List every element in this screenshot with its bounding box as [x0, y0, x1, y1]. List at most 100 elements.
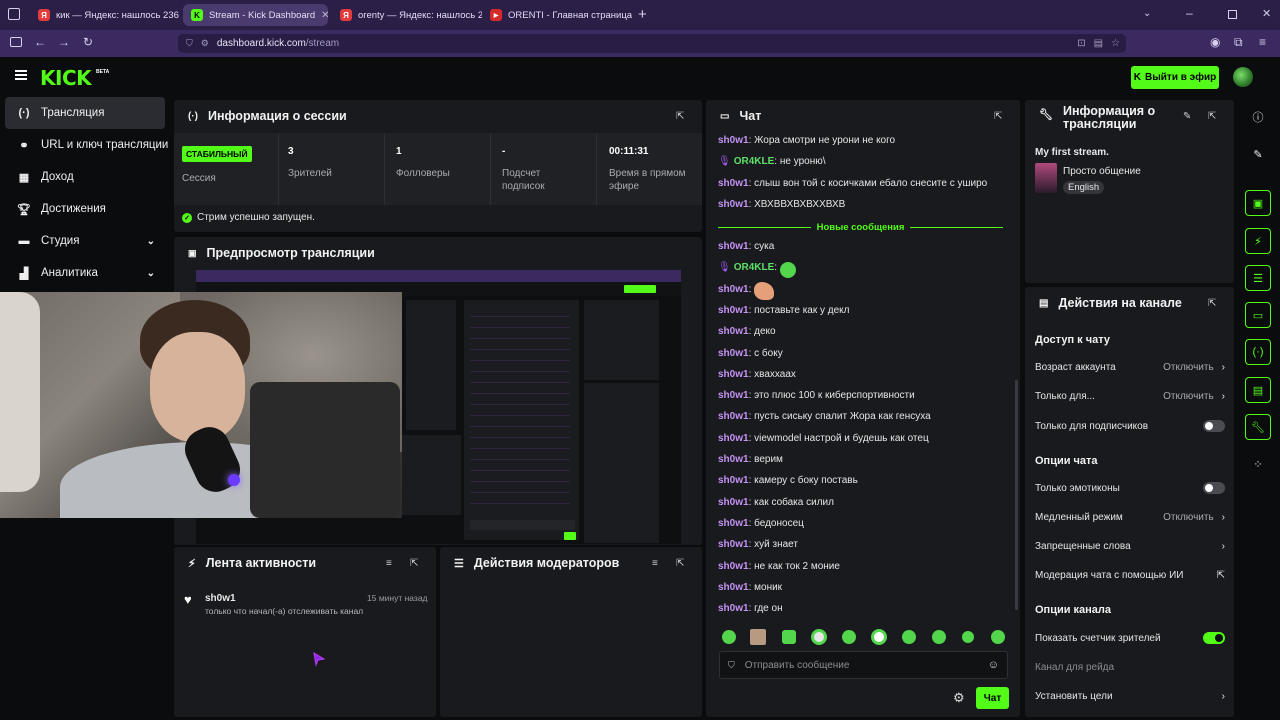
emotes-only-toggle[interactable] — [1203, 482, 1225, 494]
kick-logo[interactable]: KICK — [40, 66, 92, 90]
sidebar-item-studio[interactable]: ▬ Студия ⌄ — [5, 225, 165, 257]
activity-widget-icon[interactable]: ⚡︎ — [1245, 228, 1271, 254]
popout-icon[interactable]: ⇱ — [1208, 298, 1216, 309]
chat-settings-icon[interactable]: ⚙ — [953, 690, 965, 706]
chat-widget-icon[interactable]: ▭ — [1245, 302, 1271, 328]
chat-username[interactable]: sh0w1 — [718, 284, 749, 295]
sidebar-item-stream[interactable]: (·) Трансляция — [5, 97, 165, 129]
chat-send-button[interactable]: Чат — [976, 687, 1009, 709]
emote-icon[interactable] — [932, 630, 946, 644]
profile-icon[interactable]: ◉ — [1210, 35, 1220, 49]
popout-icon[interactable]: ⇱ — [994, 111, 1002, 122]
browser-tab-yandex-orenty[interactable]: Я orenty — Яндекс: нашлось 2 ты — [332, 4, 482, 26]
popout-icon[interactable]: ⇱ — [676, 558, 684, 569]
chat-username[interactable]: sh0w1 — [718, 433, 749, 444]
chat-username[interactable]: sh0w1 — [718, 582, 749, 593]
emote-icon[interactable] — [722, 630, 736, 644]
new-tab-icon[interactable]: + — [638, 6, 647, 23]
browser-tab-yandex-kick[interactable]: Я кик — Яндекс: нашлось 236 ты — [30, 4, 180, 26]
sidebar-item-analytics[interactable]: ▟ Аналитика ⌄ — [5, 257, 165, 289]
popout-icon[interactable]: ⇱ — [410, 558, 418, 569]
info-icon[interactable]: ⓘ — [1245, 104, 1271, 130]
chat-username[interactable]: sh0w1 — [718, 305, 749, 316]
chat-username[interactable]: sh0w1 — [718, 348, 749, 359]
chat-username[interactable]: sh0w1 — [718, 561, 749, 572]
slow-mode-setting[interactable]: Медленный режим Отключить › — [1035, 512, 1225, 523]
chat-username[interactable]: sh0w1 — [718, 241, 749, 252]
account-age-setting[interactable]: Возраст аккаунта Отключить › — [1035, 362, 1225, 373]
sidebar-item-url-key[interactable]: ⚭ URL и ключ трансляции — [5, 129, 175, 161]
sidebar-item-revenue[interactable]: ▦ Доход — [5, 161, 165, 193]
ai-moderation-setting[interactable]: Модерация чата с помощью ИИ ⇱ — [1035, 570, 1225, 581]
browser-tab-orenti[interactable]: ▶ ORENTI - Главная страница — [482, 4, 632, 26]
emote-icon[interactable] — [871, 629, 887, 645]
chat-username[interactable]: sh0w1 — [718, 497, 749, 508]
popout-icon[interactable]: ⇱ — [676, 111, 684, 122]
avatar[interactable] — [1233, 67, 1253, 87]
chat-username[interactable]: sh0w1 — [718, 135, 749, 146]
restore-icon[interactable] — [1228, 10, 1237, 19]
url-bar[interactable]: ⛉ ⚙ dashboard.kick.com/stream ⊡ ▤ ☆ — [178, 34, 1126, 53]
emote-icon[interactable] — [962, 631, 974, 643]
chat-username[interactable]: sh0w1 — [718, 326, 749, 337]
chat-username[interactable]: sh0w1 — [718, 603, 749, 614]
only-for-setting[interactable]: Только для... Отключить › — [1035, 391, 1225, 402]
chat-username[interactable]: OR4KLE — [734, 156, 775, 167]
emote-icon[interactable] — [842, 630, 856, 644]
close-window-icon[interactable]: ✕ — [1262, 7, 1271, 20]
banned-words-setting[interactable]: Запрещенные слова › — [1035, 541, 1225, 552]
tab-dropdown-icon[interactable]: ⌄ — [1143, 8, 1151, 19]
emoji-icon[interactable]: ☺ — [988, 659, 999, 671]
edit-icon[interactable]: ✎ — [1245, 141, 1271, 167]
reader-icon[interactable]: ▤ — [1094, 38, 1103, 49]
raid-channel-setting[interactable]: Канал для рейда — [1035, 662, 1225, 673]
screenshot-icon[interactable]: ⊡ — [1077, 38, 1085, 49]
chat-scrollbar[interactable] — [1015, 380, 1018, 610]
sidebar-toggle-icon[interactable] — [10, 37, 22, 47]
chat-username[interactable]: OR4KLE — [734, 262, 775, 273]
chat-username[interactable]: sh0w1 — [718, 199, 749, 210]
extensions-icon[interactable]: ⧉ — [1234, 35, 1243, 50]
category-name[interactable]: Просто общение — [1063, 166, 1141, 177]
chat-username[interactable]: sh0w1 — [718, 411, 749, 422]
bookmark-star-icon[interactable]: ☆ — [1111, 38, 1120, 49]
emote-icon[interactable] — [811, 629, 827, 645]
popout-icon[interactable]: ⇱ — [1208, 111, 1216, 122]
filter-icon[interactable]: ≡ — [652, 558, 658, 569]
menu-icon[interactable]: ≡ — [1259, 35, 1266, 49]
emote-icon[interactable] — [782, 630, 796, 644]
tab-list-icon[interactable] — [8, 8, 20, 20]
emote-photo-icon[interactable] — [750, 629, 766, 645]
set-goals-setting[interactable]: Установить цели › — [1035, 691, 1225, 702]
browser-tab-kick-dashboard[interactable]: K Stream - Kick Dashboard ✕ — [183, 4, 328, 26]
activity-user[interactable]: sh0w1 — [205, 593, 236, 604]
chat-username[interactable]: sh0w1 — [718, 475, 749, 486]
hamburger-menu-icon[interactable] — [15, 70, 27, 80]
mod-actions-widget-icon[interactable]: ☰ — [1245, 265, 1271, 291]
forward-icon[interactable]: → — [58, 35, 70, 49]
chat-input[interactable]: ⛉ Отправить сообщение ☺ — [719, 651, 1008, 679]
close-tab-icon[interactable]: ✕ — [321, 10, 328, 21]
chat-username[interactable]: sh0w1 — [718, 369, 749, 380]
session-widget-icon[interactable]: (·) — [1245, 339, 1271, 365]
viewer-count-toggle[interactable] — [1203, 632, 1225, 644]
edit-icon[interactable]: ✎ — [1183, 111, 1191, 122]
back-icon[interactable]: ← — [34, 35, 46, 49]
minimize-icon[interactable]: – — [1186, 6, 1193, 20]
chat-username[interactable]: sh0w1 — [718, 390, 749, 401]
preview-widget-icon[interactable]: ▣ — [1245, 190, 1271, 216]
site-settings-icon[interactable]: ⚙ — [201, 38, 209, 49]
channel-actions-widget-icon[interactable]: ▤ — [1245, 377, 1271, 403]
stream-info-widget-icon[interactable]: 🔧︎ — [1245, 414, 1271, 440]
emote-icon[interactable] — [902, 630, 916, 644]
reload-icon[interactable]: ↻ — [83, 35, 93, 49]
chat-username[interactable]: sh0w1 — [718, 518, 749, 529]
chat-username[interactable]: sh0w1 — [718, 539, 749, 550]
chat-username[interactable]: sh0w1 — [718, 454, 749, 465]
filter-icon[interactable]: ≡ — [386, 558, 392, 569]
subscribers-only-toggle[interactable] — [1203, 420, 1225, 432]
go-live-button[interactable]: K Выйти в эфир — [1131, 66, 1219, 89]
sidebar-item-achievements[interactable]: 🏆︎ Достижения — [5, 193, 165, 225]
chat-username[interactable]: sh0w1 — [718, 178, 749, 189]
emote-icon[interactable] — [991, 630, 1005, 644]
